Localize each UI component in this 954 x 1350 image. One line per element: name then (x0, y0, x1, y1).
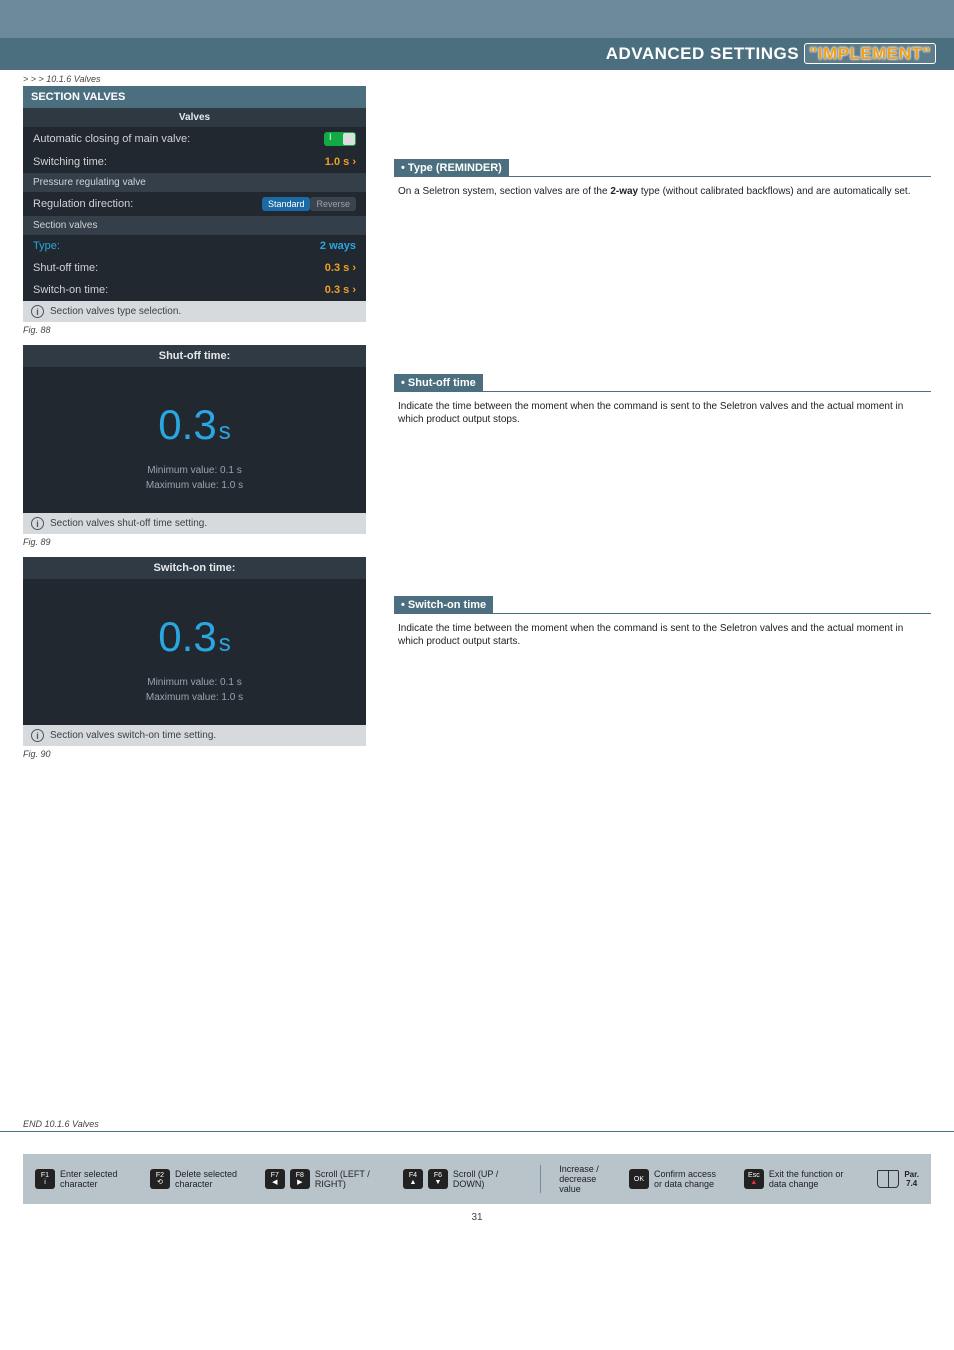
switchon-text: Indicate the time between the moment whe… (394, 620, 931, 651)
type-value: 2 ways (320, 240, 356, 252)
switchon-label: Switch-on time: (33, 284, 108, 296)
auto-close-toggle[interactable] (324, 132, 356, 146)
shutoff-editor-info-text: Section valves shut-off time setting. (50, 518, 207, 529)
page-number: 31 (0, 1212, 954, 1223)
row-auto-close[interactable]: Automatic closing of main valve: (23, 127, 366, 151)
reg-direction-value[interactable]: StandardReverse (262, 197, 356, 211)
shutoff-max: Maximum value: 1.0 s (33, 478, 356, 493)
key-f7-f8-group: F7◀ F8▶ Scroll (LEFT / RIGHT) (265, 1169, 385, 1189)
par-ref: Par. 7.4 (904, 1170, 919, 1188)
separator (540, 1165, 541, 1193)
panel-info-bar: i Section valves type selection. (23, 301, 366, 322)
end-note: END 10.1.6 Valves (0, 1119, 954, 1132)
key-esc-group: Esc▲ Exit the function or data change (744, 1169, 859, 1189)
switchon-max: Maximum value: 1.0 s (33, 690, 356, 705)
type-reminder-text: On a Seletron system, section valves are… (394, 183, 931, 201)
info-icon: i (31, 729, 44, 742)
row-switchon[interactable]: Switch-on time: 0.3 s (23, 279, 366, 301)
switchon-editor-title: Switch-on time: (23, 557, 366, 579)
f8-key-icon: F8▶ (290, 1169, 310, 1189)
shutoff-editor-value[interactable]: 0.3s (33, 401, 356, 449)
pill-reverse[interactable]: Reverse (310, 197, 356, 211)
section-valves-header: Section valves (23, 216, 366, 235)
shutoff-head: Shut-off time (394, 374, 483, 392)
type-reminder-head: Type (REMINDER) (394, 159, 509, 177)
key-f1-group: F1i Enter selected character (35, 1169, 132, 1189)
shutoff-label: Shut-off time: (33, 262, 98, 274)
switching-time-label: Switching time: (33, 156, 107, 168)
f78-text: Scroll (LEFT / RIGHT) (315, 1169, 385, 1189)
f1-text: Enter selected character (60, 1169, 132, 1189)
reg-direction-label: Regulation direction: (33, 198, 133, 210)
auto-close-label: Automatic closing of main valve: (33, 133, 190, 145)
switchon-editor-value[interactable]: 0.3s (33, 613, 356, 661)
f1-key-icon: F1i (35, 1169, 55, 1189)
pill-standard[interactable]: Standard (262, 197, 311, 211)
shutoff-min: Minimum value: 0.1 s (33, 463, 356, 478)
manual-ref: Par. 7.4 (877, 1170, 919, 1188)
header-title-implement: "IMPLEMENT" (804, 43, 936, 64)
key-f2-group: F2⟲ Delete selected character (150, 1169, 247, 1189)
switchon-value: 0.3 s (325, 284, 356, 296)
valves-panel: Valves Automatic closing of main valve: … (23, 108, 366, 322)
shutoff-value: 0.3 s (325, 262, 356, 274)
f7-key-icon: F7◀ (265, 1169, 285, 1189)
switchon-editor-info: i Section valves switch-on time setting. (23, 725, 366, 746)
valves-header: Valves (23, 108, 366, 127)
switchon-min: Minimum value: 0.1 s (33, 675, 356, 690)
switchon-editor-info-text: Section valves switch-on time setting. (50, 730, 216, 741)
shutoff-editor-info: i Section valves shut-off time setting. (23, 513, 366, 534)
f46-text: Scroll (UP / DOWN) (453, 1169, 522, 1189)
ok-text: Confirm access or data change (654, 1169, 726, 1189)
shutoff-text: Indicate the time between the moment whe… (394, 398, 931, 429)
esc-key-icon: Esc▲ (744, 1169, 764, 1189)
prv-header: Pressure regulating valve (23, 173, 366, 192)
doc-header: ADVANCED SETTINGS "IMPLEMENT" (0, 38, 954, 70)
key-incdec-group: Increase / decrease value (559, 1164, 611, 1194)
incdec-text: Increase / decrease value (559, 1164, 611, 1194)
top-band (0, 0, 954, 38)
ok-key-icon: OK (629, 1169, 649, 1189)
f4-key-icon: F4▲ (403, 1169, 423, 1189)
header-title-pre: ADVANCED SETTINGS (606, 44, 805, 63)
type-label: Type: (33, 240, 60, 252)
switchon-head: Switch-on time (394, 596, 493, 614)
row-shutoff[interactable]: Shut-off time: 0.3 s (23, 257, 366, 279)
row-switching-time[interactable]: Switching time: 1.0 s (23, 151, 366, 173)
f6-key-icon: F6▼ (428, 1169, 448, 1189)
key-f4-f6-group: F4▲ F6▼ Scroll (UP / DOWN) (403, 1169, 522, 1189)
switchon-editor-number: 0.3 (158, 613, 216, 660)
shutoff-editor-unit: s (219, 418, 231, 445)
breadcrumb: > > > 10.1.6 Valves (0, 70, 954, 86)
fig-90-caption: Fig. 90 (23, 749, 366, 759)
info-icon: i (31, 305, 44, 318)
switchon-editor: Switch-on time: 0.3s Minimum value: 0.1 … (23, 557, 366, 746)
shutoff-editor-title: Shut-off time: (23, 345, 366, 367)
panel-info-text: Section valves type selection. (50, 306, 181, 317)
row-type[interactable]: Type: 2 ways (23, 235, 366, 257)
switchon-editor-unit: s (219, 630, 231, 657)
fig-89-caption: Fig. 89 (23, 537, 366, 547)
section-title-bar: SECTION VALVES (23, 86, 366, 108)
info-icon: i (31, 517, 44, 530)
footer-keyguide: F1i Enter selected character F2⟲ Delete … (23, 1154, 931, 1204)
esc-text: Exit the function or data change (769, 1169, 859, 1189)
row-reg-direction[interactable]: Regulation direction: StandardReverse (23, 192, 366, 216)
switching-time-value: 1.0 s (325, 156, 356, 168)
shutoff-editor: Shut-off time: 0.3s Minimum value: 0.1 s… (23, 345, 366, 534)
f2-key-icon: F2⟲ (150, 1169, 170, 1189)
key-ok-group: OK Confirm access or data change (629, 1169, 726, 1189)
fig-88-caption: Fig. 88 (23, 325, 366, 335)
f2-text: Delete selected character (175, 1169, 247, 1189)
shutoff-editor-number: 0.3 (158, 401, 216, 448)
book-icon (877, 1170, 899, 1188)
